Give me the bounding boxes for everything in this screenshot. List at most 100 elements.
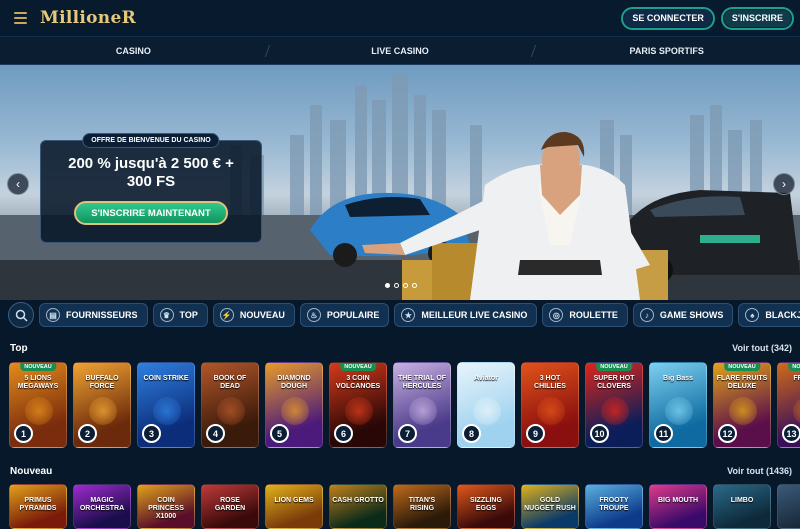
slide-dot[interactable]	[394, 283, 399, 288]
new-badge: NOUVEAU	[20, 363, 56, 371]
chip-roulette[interactable]: ◎ ROULETTE	[542, 303, 628, 327]
chip-game-shows[interactable]: ♪ GAME SHOWS	[632, 303, 734, 327]
hamburger-menu-icon[interactable]	[0, 0, 40, 37]
game-card[interactable]: LIMBO	[713, 484, 771, 529]
rank-badge: 6	[334, 424, 353, 443]
game-card[interactable]: BOOK OF DEAD 4	[201, 362, 259, 448]
game-card[interactable]: THE TRIAL OF HERCULES 7	[393, 362, 451, 448]
chip-best-live-casino[interactable]: ★ MEILLEUR LIVE CASINO	[394, 303, 538, 327]
game-art	[665, 397, 693, 425]
game-art	[473, 397, 501, 425]
game-card[interactable]: CASH GROTTO	[329, 484, 387, 529]
game-card[interactable]	[777, 484, 800, 529]
new-games-row: PRIMUS PYRAMIDS MAGIC ORCHESTRA COIN PRINC…	[9, 484, 800, 529]
game-title: Big Bass	[663, 375, 693, 382]
game-card[interactable]: NOUVEAU 3 COIN VOLCANOES 6	[329, 362, 387, 448]
offer-line-2: 300 FS	[126, 173, 176, 190]
chip-blackjack[interactable]: ♠ BLACKJACK	[738, 303, 800, 327]
game-title: ROSE GARDEN	[214, 497, 246, 512]
game-card[interactable]: Big Bass 11	[649, 362, 707, 448]
rank-badge: 1	[14, 424, 33, 443]
game-title: Aviator	[474, 375, 498, 382]
hero-banner[interactable]: OFFRE DE BIENVENUE DU CASINO 200 % jusqu…	[0, 65, 800, 300]
game-art	[281, 397, 309, 425]
game-card[interactable]: PRIMUS PYRAMIDS	[9, 484, 67, 529]
chip-new[interactable]: ⚡ NOUVEAU	[212, 303, 295, 327]
game-card[interactable]: MAGIC ORCHESTRA	[73, 484, 131, 529]
rank-badge: 5	[270, 424, 289, 443]
game-card[interactable]: DIAMOND DOUGH 5	[265, 362, 323, 448]
chip-label: BLACKJACK	[765, 310, 800, 320]
game-art	[25, 397, 53, 425]
nav-live-casino[interactable]: LIVE CASINO	[267, 37, 534, 64]
chip-label: FOURNISSEURS	[66, 310, 138, 320]
nav-casino[interactable]: CASINO	[0, 37, 267, 64]
nav-sports-betting[interactable]: PARIS SPORTIFS	[533, 37, 800, 64]
top-games-row: NOUVEAU 5 LIONS MEGAWAYS 1 BUFFALO FORCE 2 CO…	[9, 362, 800, 448]
game-card[interactable]: LION GEMS	[265, 484, 323, 529]
new-badge: NOUVEAU	[340, 363, 376, 371]
see-all-top-link[interactable]: Voir tout (342)	[732, 343, 800, 353]
game-card[interactable]: TITAN'S RISING	[393, 484, 451, 529]
rank-badge: 9	[526, 424, 545, 443]
game-title: DIAMOND DOUGH	[277, 375, 311, 390]
chip-label: GAME SHOWS	[659, 310, 724, 320]
game-card[interactable]: 3 HOT CHILLIES 9	[521, 362, 579, 448]
rank-badge: 13	[782, 424, 800, 443]
game-art	[537, 397, 565, 425]
game-card[interactable]: FROOTY TROUPE	[585, 484, 643, 529]
slide-dot[interactable]	[412, 283, 417, 288]
game-card[interactable]: Aviator 8	[457, 362, 515, 448]
game-card[interactable]: ROSE GARDEN	[201, 484, 259, 529]
register-button[interactable]: S'INSCRIRE	[720, 6, 794, 30]
game-card[interactable]: NOUVEAU SUPER HOT CLOVERS 10	[585, 362, 643, 448]
game-card[interactable]: NOUVEAU 5 LIONS MEGAWAYS 1	[9, 362, 67, 448]
game-card[interactable]: COIN PRINCESS X1000	[137, 484, 195, 529]
register-now-button[interactable]: S'INSCRIRE MAINTENANT	[74, 201, 228, 225]
search-icon[interactable]	[8, 302, 34, 328]
slide-dot[interactable]	[385, 283, 390, 288]
game-title: BIG MOUTH	[657, 497, 699, 504]
top-header: MillioneR SE CONNECTER S'INSCRIRE	[0, 0, 800, 37]
section-title: Top	[10, 342, 28, 354]
chip-popular[interactable]: ♨ POPULAIRE	[299, 303, 390, 327]
game-title: SIZZLING EGGS	[470, 497, 502, 512]
game-title: COIN PRINCESS X1000	[148, 497, 184, 520]
category-filter-bar: ▤ FOURNISSEURS ♛ TOP ⚡ NOUVEAU ♨ POPULAIRE ★…	[0, 302, 800, 328]
main-nav: CASINO LIVE CASINO PARIS SPORTIFS	[0, 37, 800, 65]
chip-label: TOP	[179, 310, 198, 320]
game-card[interactable]: GOLD NUGGET RUSH	[521, 484, 579, 529]
game-title: MAGIC ORCHESTRA	[79, 497, 125, 512]
login-button[interactable]: SE CONNECTER	[621, 6, 715, 30]
chip-label: POPULAIRE	[326, 310, 380, 320]
chevron-left-icon[interactable]: ‹	[7, 173, 29, 195]
game-art	[601, 397, 629, 425]
game-card[interactable]: BIG MOUTH	[649, 484, 707, 529]
game-card[interactable]: BUFFALO FORCE 2	[73, 362, 131, 448]
game-card[interactable]: SIZZLING EGGS	[457, 484, 515, 529]
game-title: FRUITS	[793, 375, 800, 382]
game-title: SUPER HOT CLOVERS	[593, 375, 635, 390]
game-title: 3 COIN VOLCANOES	[335, 375, 381, 390]
auth-buttons: SE CONNECTER S'INSCRIRE	[621, 6, 800, 30]
game-card[interactable]: NOUVEAU FLARE FRUITS DELUXE 12	[713, 362, 771, 448]
game-title: BOOK OF DEAD	[213, 375, 247, 390]
game-title: LIMBO	[730, 497, 754, 504]
chip-providers[interactable]: ▤ FOURNISSEURS	[39, 303, 148, 327]
see-all-new-link[interactable]: Voir tout (1436)	[727, 466, 800, 476]
game-title: COIN STRIKE	[143, 375, 189, 382]
game-title: 3 HOT CHILLIES	[534, 375, 566, 390]
star-icon: ★	[401, 308, 416, 322]
chevron-right-icon[interactable]: ›	[773, 173, 795, 195]
game-card[interactable]: COIN STRIKE 3	[137, 362, 195, 448]
rank-badge: 12	[718, 424, 737, 443]
chip-top[interactable]: ♛ TOP	[152, 303, 208, 327]
offer-line-1: 200 % jusqu'à 2 500 € +	[68, 155, 234, 172]
rank-badge: 4	[206, 424, 225, 443]
slide-indicators	[385, 283, 417, 288]
rank-badge: 3	[142, 424, 161, 443]
game-title: FROOTY TROUPE	[599, 497, 629, 512]
brand-logo[interactable]: MillioneR	[40, 8, 136, 28]
game-card[interactable]: NOUVEAU FRUITS 13	[777, 362, 800, 448]
slide-dot[interactable]	[403, 283, 408, 288]
